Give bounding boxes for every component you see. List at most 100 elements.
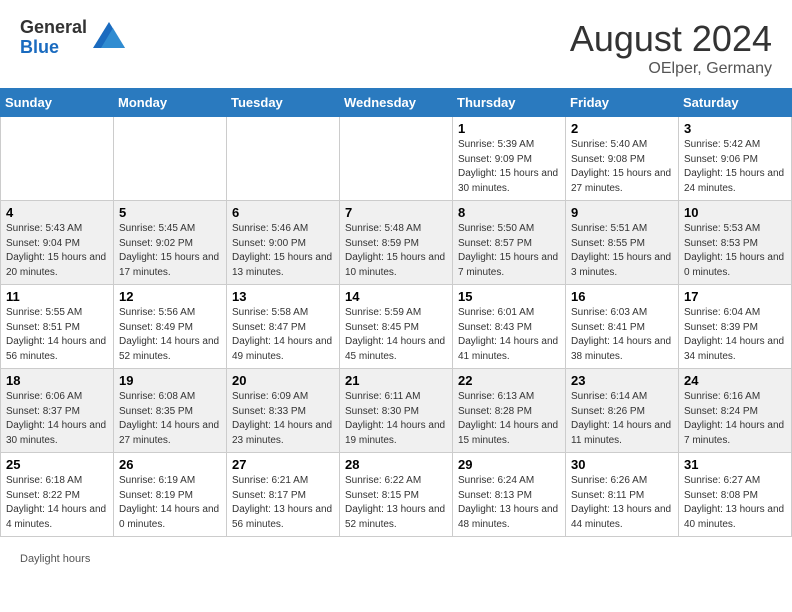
- day-number: 8: [458, 205, 560, 220]
- table-row: 2Sunrise: 5:40 AMSunset: 9:08 PMDaylight…: [566, 117, 679, 201]
- day-number: 22: [458, 373, 560, 388]
- logo: General Blue: [20, 18, 127, 58]
- day-info: Sunrise: 6:03 AMSunset: 8:41 PMDaylight:…: [571, 306, 673, 364]
- table-row: 18Sunrise: 6:06 AMSunset: 8:37 PMDayligh…: [1, 369, 114, 453]
- table-row: 27 Sunrise: 6:21 AMSunset: 8:17 PMDayligh…: [227, 453, 340, 537]
- table-row: [227, 117, 340, 201]
- day-number: 16: [571, 289, 673, 304]
- day-info: Sunrise: 6:09 AMSunset: 8:33 PMDaylight:…: [232, 390, 334, 448]
- day-info: Sunrise: 5:58 AMSunset: 8:47 PMDaylight:…: [232, 306, 334, 364]
- table-row: 21Sunrise: 6:11 AMSunset: 8:30 PMDayligh…: [340, 369, 453, 453]
- col-friday: Friday: [566, 89, 679, 117]
- day-number: 6: [232, 205, 334, 220]
- day-number: 15: [458, 289, 560, 304]
- col-tuesday: Tuesday: [227, 89, 340, 117]
- logo-icon: [91, 20, 127, 56]
- day-number: 20: [232, 373, 334, 388]
- table-row: 22 Sunrise: 6:13 AMSunset: 8:28 PMDayligh…: [453, 369, 566, 453]
- logo-blue: Blue: [20, 38, 87, 58]
- location: OElper, Germany: [570, 60, 772, 78]
- table-row: 12Sunrise: 5:56 AMSunset: 8:49 PMDayligh…: [114, 285, 227, 369]
- day-number: 5: [119, 205, 221, 220]
- table-row: 17Sunrise: 6:04 AMSunset: 8:39 PMDayligh…: [679, 285, 792, 369]
- table-row: [1, 117, 114, 201]
- day-number: 27: [232, 457, 334, 472]
- day-info: Sunrise: 6:01 AMSunset: 8:43 PMDaylight:…: [458, 306, 560, 364]
- day-info: Sunrise: 6:21 AMSunset: 8:17 PMDaylight:…: [232, 474, 334, 532]
- calendar-week-5: 25 Sunrise: 6:18 AMSunset: 8:22 PMDayligh…: [1, 453, 792, 537]
- day-info: Sunrise: 6:22 AMSunset: 8:15 PMDaylight:…: [345, 474, 447, 532]
- col-sunday: Sunday: [1, 89, 114, 117]
- day-number: 10: [684, 205, 786, 220]
- day-info: Sunrise: 5:43 AMSunset: 9:04 PMDaylight:…: [6, 222, 108, 280]
- table-row: 16 Sunrise: 6:03 AMSunset: 8:41 PMDayligh…: [566, 285, 679, 369]
- table-row: 26 Sunrise: 6:19 AMSunset: 8:19 PMDayligh…: [114, 453, 227, 537]
- day-info: Sunrise: 5:40 AMSunset: 9:08 PMDaylight:…: [571, 138, 673, 196]
- day-info: Sunrise: 6:11 AMSunset: 8:30 PMDaylight:…: [345, 390, 447, 448]
- footer: Daylight hours: [0, 547, 792, 571]
- day-info: Sunrise: 6:14 AMSunset: 8:26 PMDaylight:…: [571, 390, 673, 448]
- table-row: 28Sunrise: 6:22 AMSunset: 8:15 PMDayligh…: [340, 453, 453, 537]
- calendar-table: Sunday Monday Tuesday Wednesday Thursday…: [0, 88, 792, 537]
- col-saturday: Saturday: [679, 89, 792, 117]
- day-number: 9: [571, 205, 673, 220]
- day-info: Sunrise: 5:42 AMSunset: 9:06 PMDaylight:…: [684, 138, 786, 196]
- col-thursday: Thursday: [453, 89, 566, 117]
- day-number: 31: [684, 457, 786, 472]
- table-row: 10 Sunrise: 5:53 AMSunset: 8:53 PMDayligh…: [679, 201, 792, 285]
- day-info: Sunrise: 5:56 AMSunset: 8:49 PMDaylight:…: [119, 306, 221, 364]
- day-number: 13: [232, 289, 334, 304]
- day-number: 23: [571, 373, 673, 388]
- day-info: Sunrise: 6:18 AMSunset: 8:22 PMDaylight:…: [6, 474, 108, 532]
- logo-general: General: [20, 18, 87, 38]
- table-row: 20 Sunrise: 6:09 AMSunset: 8:33 PMDayligh…: [227, 369, 340, 453]
- title-block: August 2024 OElper, Germany: [570, 18, 772, 78]
- day-number: 14: [345, 289, 447, 304]
- day-number: 24: [684, 373, 786, 388]
- logo-text: General Blue: [20, 18, 87, 58]
- day-info: Sunrise: 6:06 AMSunset: 8:37 PMDaylight:…: [6, 390, 108, 448]
- day-info: Sunrise: 6:26 AMSunset: 8:11 PMDaylight:…: [571, 474, 673, 532]
- calendar-week-1: 1Sunrise: 5:39 AMSunset: 9:09 PMDaylight…: [1, 117, 792, 201]
- day-number: 4: [6, 205, 108, 220]
- table-row: 8Sunrise: 5:50 AMSunset: 8:57 PMDaylight…: [453, 201, 566, 285]
- table-row: 23 Sunrise: 6:14 AMSunset: 8:26 PMDayligh…: [566, 369, 679, 453]
- table-row: [114, 117, 227, 201]
- day-info: Sunrise: 5:48 AMSunset: 8:59 PMDaylight:…: [345, 222, 447, 280]
- table-row: 13 Sunrise: 5:58 AMSunset: 8:47 PMDayligh…: [227, 285, 340, 369]
- day-info: Sunrise: 6:13 AMSunset: 8:28 PMDaylight:…: [458, 390, 560, 448]
- month-year: August 2024: [570, 18, 772, 60]
- day-info: Sunrise: 5:39 AMSunset: 9:09 PMDaylight:…: [458, 138, 560, 196]
- day-number: 26: [119, 457, 221, 472]
- table-row: 15 Sunrise: 6:01 AMSunset: 8:43 PMDayligh…: [453, 285, 566, 369]
- day-number: 30: [571, 457, 673, 472]
- table-row: 6Sunrise: 5:46 AMSunset: 9:00 PMDaylight…: [227, 201, 340, 285]
- table-row: 4 Sunrise: 5:43 AMSunset: 9:04 PMDaylight…: [1, 201, 114, 285]
- day-number: 17: [684, 289, 786, 304]
- table-row: 29Sunrise: 6:24 AMSunset: 8:13 PMDayligh…: [453, 453, 566, 537]
- day-info: Sunrise: 5:55 AMSunset: 8:51 PMDaylight:…: [6, 306, 108, 364]
- col-wednesday: Wednesday: [340, 89, 453, 117]
- day-info: Sunrise: 6:27 AMSunset: 8:08 PMDaylight:…: [684, 474, 786, 532]
- day-number: 11: [6, 289, 108, 304]
- day-number: 25: [6, 457, 108, 472]
- calendar-week-3: 11 Sunrise: 5:55 AMSunset: 8:51 PMDayligh…: [1, 285, 792, 369]
- day-info: Sunrise: 5:53 AMSunset: 8:53 PMDaylight:…: [684, 222, 786, 280]
- table-row: 25 Sunrise: 6:18 AMSunset: 8:22 PMDayligh…: [1, 453, 114, 537]
- day-number: 7: [345, 205, 447, 220]
- day-info: Sunrise: 6:19 AMSunset: 8:19 PMDaylight:…: [119, 474, 221, 532]
- table-row: 9Sunrise: 5:51 AMSunset: 8:55 PMDaylight…: [566, 201, 679, 285]
- table-row: 30 Sunrise: 6:26 AMSunset: 8:11 PMDayligh…: [566, 453, 679, 537]
- table-row: 7 Sunrise: 5:48 AMSunset: 8:59 PMDaylight…: [340, 201, 453, 285]
- day-info: Sunrise: 6:08 AMSunset: 8:35 PMDaylight:…: [119, 390, 221, 448]
- table-row: 3Sunrise: 5:42 AMSunset: 9:06 PMDaylight…: [679, 117, 792, 201]
- table-row: 5 Sunrise: 5:45 AMSunset: 9:02 PMDaylight…: [114, 201, 227, 285]
- day-info: Sunrise: 5:45 AMSunset: 9:02 PMDaylight:…: [119, 222, 221, 280]
- table-row: 31 Sunrise: 6:27 AMSunset: 8:08 PMDayligh…: [679, 453, 792, 537]
- day-number: 29: [458, 457, 560, 472]
- day-number: 19: [119, 373, 221, 388]
- page-header: General Blue August 2024 OElper, Germany: [0, 0, 792, 88]
- daylight-label: Daylight hours: [20, 553, 90, 565]
- table-row: 24Sunrise: 6:16 AMSunset: 8:24 PMDayligh…: [679, 369, 792, 453]
- calendar-week-4: 18Sunrise: 6:06 AMSunset: 8:37 PMDayligh…: [1, 369, 792, 453]
